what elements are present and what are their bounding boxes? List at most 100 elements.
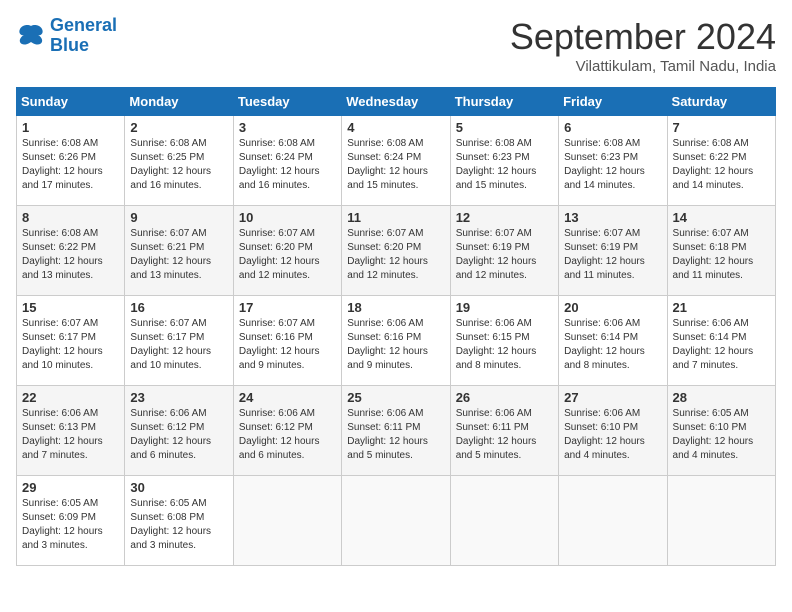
- day-info: Sunrise: 6:08 AM Sunset: 6:22 PM Dayligh…: [673, 137, 770, 193]
- day-number: 1: [22, 120, 119, 135]
- day-info: Sunrise: 6:07 AM Sunset: 6:20 PM Dayligh…: [239, 227, 336, 283]
- day-number: 28: [673, 390, 770, 405]
- page-header: General Blue September 2024 Vilattikulam…: [16, 16, 776, 75]
- day-info: Sunrise: 6:07 AM Sunset: 6:16 PM Dayligh…: [239, 317, 336, 373]
- day-info: Sunrise: 6:08 AM Sunset: 6:24 PM Dayligh…: [239, 137, 336, 193]
- col-monday: Monday: [125, 88, 233, 116]
- day-number: 9: [130, 210, 227, 225]
- table-row: 29 Sunrise: 6:05 AM Sunset: 6:09 PM Dayli…: [17, 476, 125, 566]
- day-info: Sunrise: 6:08 AM Sunset: 6:22 PM Dayligh…: [22, 227, 119, 283]
- table-row: 4 Sunrise: 6:08 AM Sunset: 6:24 PM Daylig…: [342, 116, 450, 206]
- logo: General Blue: [16, 16, 117, 56]
- day-info: Sunrise: 6:08 AM Sunset: 6:23 PM Dayligh…: [456, 137, 553, 193]
- title-block: September 2024 Vilattikulam, Tamil Nadu,…: [510, 16, 776, 75]
- day-info: Sunrise: 6:07 AM Sunset: 6:19 PM Dayligh…: [456, 227, 553, 283]
- table-row: 19Sunrise: 6:06 AM Sunset: 6:15 PM Dayli…: [450, 296, 558, 386]
- day-info: Sunrise: 6:07 AM Sunset: 6:18 PM Dayligh…: [673, 227, 770, 283]
- col-saturday: Saturday: [667, 88, 775, 116]
- day-info: Sunrise: 6:06 AM Sunset: 6:14 PM Dayligh…: [564, 317, 661, 373]
- calendar-week-row: 15 Sunrise: 6:07 AM Sunset: 6:17 PM Dayli…: [17, 296, 776, 386]
- day-info: Sunrise: 6:07 AM Sunset: 6:21 PM Dayligh…: [130, 227, 227, 283]
- table-row: 18 Sunrise: 6:06 AM Sunset: 6:16 PM Dayli…: [342, 296, 450, 386]
- logo-icon: [16, 22, 46, 50]
- table-row: 21Sunrise: 6:06 AM Sunset: 6:14 PM Dayli…: [667, 296, 775, 386]
- table-row: 20 Sunrise: 6:06 AM Sunset: 6:14 PM Dayli…: [559, 296, 667, 386]
- day-info: Sunrise: 6:06 AM Sunset: 6:10 PM Dayligh…: [564, 407, 661, 463]
- day-number: 7: [673, 120, 770, 135]
- table-row: 11Sunrise: 6:07 AM Sunset: 6:20 PM Dayli…: [342, 206, 450, 296]
- day-info: Sunrise: 6:06 AM Sunset: 6:11 PM Dayligh…: [456, 407, 553, 463]
- day-number: 13: [564, 210, 661, 225]
- day-number: 5: [456, 120, 553, 135]
- day-number: 3: [239, 120, 336, 135]
- table-row: 3 Sunrise: 6:08 AM Sunset: 6:24 PM Daylig…: [233, 116, 341, 206]
- day-number: 6: [564, 120, 661, 135]
- table-row: 2 Sunrise: 6:08 AM Sunset: 6:25 PM Daylig…: [125, 116, 233, 206]
- logo-text: General Blue: [50, 16, 117, 56]
- day-number: 17: [239, 300, 336, 315]
- day-number: 19: [456, 300, 553, 315]
- table-row: [667, 476, 775, 566]
- col-thursday: Thursday: [450, 88, 558, 116]
- table-row: 17 Sunrise: 6:07 AM Sunset: 6:16 PM Dayli…: [233, 296, 341, 386]
- table-row: 25 Sunrise: 6:06 AM Sunset: 6:11 PM Dayli…: [342, 386, 450, 476]
- day-number: 29: [22, 480, 119, 495]
- day-number: 15: [22, 300, 119, 315]
- day-info: Sunrise: 6:05 AM Sunset: 6:09 PM Dayligh…: [22, 497, 119, 553]
- calendar-header-row: Sunday Monday Tuesday Wednesday Thursday…: [17, 88, 776, 116]
- col-friday: Friday: [559, 88, 667, 116]
- day-info: Sunrise: 6:05 AM Sunset: 6:08 PM Dayligh…: [130, 497, 227, 553]
- day-info: Sunrise: 6:06 AM Sunset: 6:12 PM Dayligh…: [239, 407, 336, 463]
- day-number: 23: [130, 390, 227, 405]
- table-row: 12 Sunrise: 6:07 AM Sunset: 6:19 PM Dayli…: [450, 206, 558, 296]
- day-number: 10: [239, 210, 336, 225]
- table-row: 5 Sunrise: 6:08 AM Sunset: 6:23 PM Daylig…: [450, 116, 558, 206]
- table-row: 22 Sunrise: 6:06 AM Sunset: 6:13 PM Dayli…: [17, 386, 125, 476]
- day-info: Sunrise: 6:06 AM Sunset: 6:13 PM Dayligh…: [22, 407, 119, 463]
- day-info: Sunrise: 6:07 AM Sunset: 6:17 PM Dayligh…: [22, 317, 119, 373]
- table-row: [559, 476, 667, 566]
- day-info: Sunrise: 6:06 AM Sunset: 6:16 PM Dayligh…: [347, 317, 444, 373]
- table-row: 7 Sunrise: 6:08 AM Sunset: 6:22 PM Daylig…: [667, 116, 775, 206]
- month-title: September 2024: [510, 16, 776, 58]
- table-row: 16Sunrise: 6:07 AM Sunset: 6:17 PM Dayli…: [125, 296, 233, 386]
- table-row: 9 Sunrise: 6:07 AM Sunset: 6:21 PM Daylig…: [125, 206, 233, 296]
- day-number: 12: [456, 210, 553, 225]
- day-info: Sunrise: 6:06 AM Sunset: 6:11 PM Dayligh…: [347, 407, 444, 463]
- day-number: 26: [456, 390, 553, 405]
- calendar-week-row: 29 Sunrise: 6:05 AM Sunset: 6:09 PM Dayli…: [17, 476, 776, 566]
- day-number: 21: [673, 300, 770, 315]
- day-info: Sunrise: 6:07 AM Sunset: 6:20 PM Dayligh…: [347, 227, 444, 283]
- table-row: [233, 476, 341, 566]
- day-number: 22: [22, 390, 119, 405]
- table-row: 26 Sunrise: 6:06 AM Sunset: 6:11 PM Dayli…: [450, 386, 558, 476]
- day-info: Sunrise: 6:08 AM Sunset: 6:26 PM Dayligh…: [22, 137, 119, 193]
- calendar-week-row: 22 Sunrise: 6:06 AM Sunset: 6:13 PM Dayli…: [17, 386, 776, 476]
- table-row: 24 Sunrise: 6:06 AM Sunset: 6:12 PM Dayli…: [233, 386, 341, 476]
- day-number: 27: [564, 390, 661, 405]
- table-row: 6Sunrise: 6:08 AM Sunset: 6:23 PM Daylig…: [559, 116, 667, 206]
- day-number: 25: [347, 390, 444, 405]
- table-row: 15 Sunrise: 6:07 AM Sunset: 6:17 PM Dayli…: [17, 296, 125, 386]
- day-number: 2: [130, 120, 227, 135]
- calendar-week-row: 8 Sunrise: 6:08 AM Sunset: 6:22 PM Daylig…: [17, 206, 776, 296]
- table-row: [342, 476, 450, 566]
- day-number: 18: [347, 300, 444, 315]
- day-info: Sunrise: 6:08 AM Sunset: 6:25 PM Dayligh…: [130, 137, 227, 193]
- day-number: 24: [239, 390, 336, 405]
- day-info: Sunrise: 6:05 AM Sunset: 6:10 PM Dayligh…: [673, 407, 770, 463]
- table-row: 27 Sunrise: 6:06 AM Sunset: 6:10 PM Dayli…: [559, 386, 667, 476]
- calendar-week-row: 1 Sunrise: 6:08 AM Sunset: 6:26 PM Daylig…: [17, 116, 776, 206]
- table-row: 28 Sunrise: 6:05 AM Sunset: 6:10 PM Dayli…: [667, 386, 775, 476]
- day-number: 30: [130, 480, 227, 495]
- table-row: [450, 476, 558, 566]
- day-number: 20: [564, 300, 661, 315]
- day-number: 4: [347, 120, 444, 135]
- day-number: 8: [22, 210, 119, 225]
- day-info: Sunrise: 6:06 AM Sunset: 6:12 PM Dayligh…: [130, 407, 227, 463]
- calendar-table: Sunday Monday Tuesday Wednesday Thursday…: [16, 87, 776, 566]
- day-info: Sunrise: 6:08 AM Sunset: 6:24 PM Dayligh…: [347, 137, 444, 193]
- table-row: 10 Sunrise: 6:07 AM Sunset: 6:20 PM Dayli…: [233, 206, 341, 296]
- location-subtitle: Vilattikulam, Tamil Nadu, India: [510, 58, 776, 75]
- day-number: 16: [130, 300, 227, 315]
